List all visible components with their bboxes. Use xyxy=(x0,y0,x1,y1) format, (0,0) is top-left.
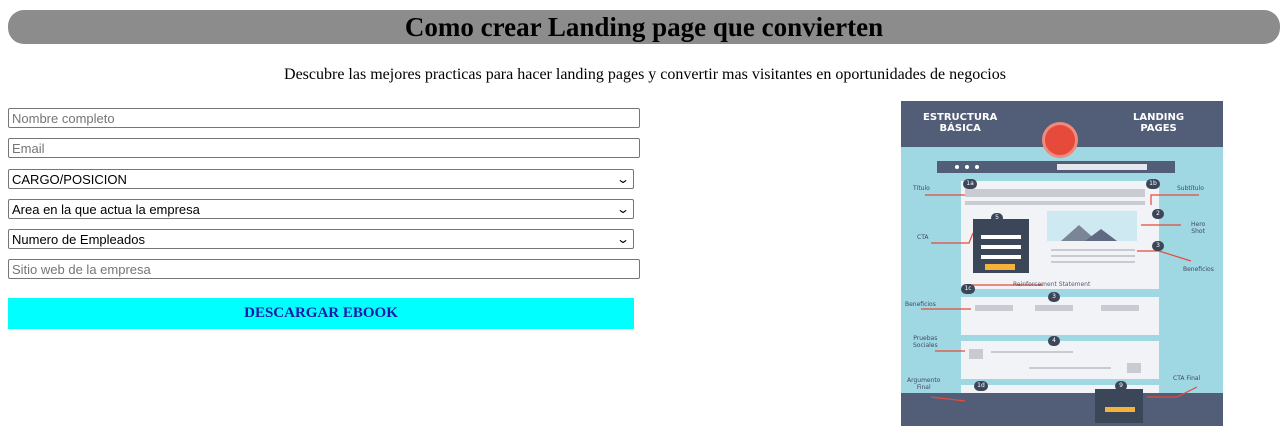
area-select[interactable]: Area en la que actua la empresa ⌄ xyxy=(8,199,634,219)
label-hero-shot: Hero Shot xyxy=(1191,221,1205,235)
badge-1c: 1c xyxy=(961,284,975,294)
browser-dot xyxy=(955,165,959,169)
infographic-footer xyxy=(901,393,1223,426)
label-argumento-line2: Final xyxy=(916,384,931,391)
wire-avatar xyxy=(969,349,983,359)
wire-text-line xyxy=(1051,255,1135,257)
label-reinforcement: Reinforcement Statement xyxy=(1013,281,1091,288)
label-pruebas-sociales: Pruebas Sociales xyxy=(913,335,938,349)
wire-block-benefits xyxy=(961,297,1159,335)
full-name-input[interactable] xyxy=(8,108,640,128)
employees-select-value: Numero de Empleados xyxy=(12,231,145,247)
wire-avatar xyxy=(1127,363,1141,373)
wire-block-social xyxy=(961,341,1159,379)
website-input[interactable] xyxy=(8,259,640,279)
wire-text-line xyxy=(991,351,1073,353)
label-argumento-final: Argumento Final xyxy=(907,377,940,391)
wire-final-cta-button xyxy=(1105,407,1135,412)
label-titulo: Título xyxy=(913,185,930,192)
chevron-down-icon: ⌄ xyxy=(615,202,631,216)
badge-3a: 3 xyxy=(1152,241,1164,251)
label-beneficios-right: Beneficios xyxy=(1183,266,1214,273)
wire-subtitle-bar xyxy=(965,201,1145,205)
wire-text-line xyxy=(1051,249,1135,251)
browser-url-bar xyxy=(1057,164,1147,170)
badge-4: 4 xyxy=(1048,336,1060,346)
wire-final-cta xyxy=(1095,389,1143,423)
wire-benefit xyxy=(1035,305,1073,311)
badge-9: 9 xyxy=(1115,381,1127,391)
wire-cta-button xyxy=(985,264,1015,270)
wire-text-line xyxy=(1051,261,1135,263)
landing-structure-infographic: ESTRUCTURA BÁSICA LANDING PAGES 1a 1b 2 … xyxy=(901,101,1223,426)
badge-2: 2 xyxy=(1152,209,1164,219)
chevron-down-icon: ⌄ xyxy=(615,232,631,246)
cargo-select[interactable]: CARGO/POSICION ⌄ xyxy=(8,169,634,189)
badge-1d: 1d xyxy=(974,381,988,391)
wire-cta-line xyxy=(981,245,1021,249)
label-argumento-line1: Argumento xyxy=(907,377,941,384)
browser-dot xyxy=(965,165,969,169)
chevron-down-icon: ⌄ xyxy=(615,172,631,186)
wire-benefit xyxy=(975,305,1013,311)
download-ebook-button[interactable]: DESCARGAR EBOOK xyxy=(8,298,634,329)
label-hero-line1: Hero xyxy=(1191,221,1206,228)
label-cta-final: CTA Final xyxy=(1173,375,1201,382)
label-pruebas-line2: Sociales xyxy=(913,342,938,349)
area-select-value: Area en la que actua la empresa xyxy=(12,201,200,217)
label-pruebas-line1: Pruebas xyxy=(913,335,938,342)
badge-1b: 1b xyxy=(1146,179,1160,189)
label-beneficios-left: Beneficios xyxy=(905,301,936,308)
wire-title-bar xyxy=(965,189,1145,197)
wire-text-line xyxy=(1029,367,1111,369)
wire-cta-line xyxy=(981,255,1021,259)
label-subtitulo: Subtítulo xyxy=(1177,185,1204,192)
browser-dot xyxy=(975,165,979,169)
wire-benefit xyxy=(1101,305,1139,311)
title-banner: Como crear Landing page que convierten xyxy=(8,10,1280,44)
page-subtitle: Descubre las mejores practicas para hace… xyxy=(284,66,1006,83)
label-hero-line2: Shot xyxy=(1191,228,1205,235)
label-cta: CTA xyxy=(917,234,929,241)
badge-3b: 3 xyxy=(1048,292,1060,302)
wire-cta-line xyxy=(981,235,1021,239)
email-input[interactable] xyxy=(8,138,640,158)
employees-select[interactable]: Numero de Empleados ⌄ xyxy=(8,229,634,249)
badge-5: 5 xyxy=(991,213,1003,223)
cargo-select-value: CARGO/POSICION xyxy=(12,171,127,187)
page-title: Como crear Landing page que convierten xyxy=(404,11,884,42)
badge-1a: 1a xyxy=(963,179,977,189)
